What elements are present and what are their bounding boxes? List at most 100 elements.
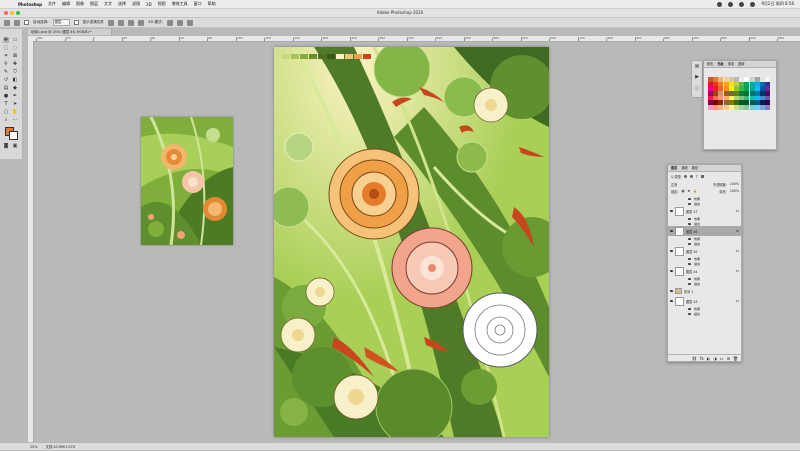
new-group-icon[interactable]: ▭ — [720, 355, 724, 361]
menu-view[interactable]: 视图 — [158, 1, 166, 7]
layer-kind-filter[interactable]: Q 类型 — [671, 174, 681, 179]
menu-image[interactable]: 图像 — [76, 1, 84, 7]
effect-visibility-icon[interactable] — [688, 262, 691, 265]
layer-effects-icon[interactable]: fx — [736, 269, 739, 273]
pen-tool-icon[interactable]: ✒ — [12, 93, 18, 99]
color-swatch[interactable] — [765, 105, 771, 110]
effect-visibility-icon[interactable] — [688, 257, 691, 260]
menu-filter[interactable]: 滤镜 — [132, 1, 140, 7]
background-color-swatch[interactable] — [9, 131, 18, 140]
layer-name[interactable]: 图层 44 — [686, 269, 697, 274]
layer-name[interactable]: 图层 43 — [686, 299, 697, 304]
filter-shape-icon[interactable] — [700, 175, 704, 178]
auto-select-dropdown[interactable]: 图层 — [52, 19, 70, 26]
tab-paths[interactable]: 路径 — [692, 165, 698, 171]
layer-name[interactable]: 图层 46 — [686, 229, 697, 234]
effect-visibility-icon[interactable] — [688, 282, 691, 285]
home-icon[interactable] — [4, 19, 10, 26]
hand-tool-icon[interactable]: ✋ — [12, 109, 18, 115]
menu-select[interactable]: 选择 — [118, 1, 126, 7]
lock-pixels-icon[interactable]: ▦ — [681, 189, 684, 194]
adjustment-layer-icon[interactable]: ◑ — [713, 355, 717, 361]
layer-row[interactable]: 图层 45 fx — [668, 246, 741, 256]
align-right-icon[interactable] — [128, 19, 135, 26]
move-tool-icon[interactable] — [14, 19, 20, 26]
effect-visibility-icon[interactable] — [688, 242, 691, 245]
layer-effect-row[interactable]: 描边 — [686, 311, 700, 316]
vertical-ruler[interactable] — [28, 41, 34, 442]
tab-color[interactable]: 颜色 — [707, 61, 713, 67]
distribute-icon[interactable] — [138, 19, 145, 26]
layer-effects-icon[interactable]: fx — [736, 209, 739, 213]
history-brush-tool-icon[interactable]: ↺ — [3, 77, 9, 83]
quick-mask-icon[interactable]: ◙ — [3, 143, 9, 149]
layer-group-row[interactable]: 形状 1 — [668, 286, 741, 296]
effect-visibility-icon[interactable] — [688, 237, 691, 240]
battery-icon[interactable] — [750, 1, 756, 7]
effect-visibility-icon[interactable] — [688, 222, 691, 225]
align-center-icon[interactable] — [118, 19, 125, 26]
layer-effects-icon[interactable]: fx — [736, 299, 739, 303]
blur-tool-icon[interactable]: ◆ — [12, 85, 18, 91]
menu-plugins[interactable]: 增效工具 — [172, 1, 188, 7]
eye-icon[interactable] — [670, 300, 673, 302]
align-left-icon[interactable] — [108, 19, 115, 26]
blend-mode-dropdown[interactable]: 正常 — [671, 182, 677, 187]
stamp-tool-icon[interactable]: ⛉ — [12, 69, 18, 75]
menu-file[interactable]: 文件 — [48, 1, 56, 7]
artboard-tool-icon[interactable]: ▭ — [12, 37, 18, 43]
zoom-tool-icon[interactable]: ⌕ — [3, 117, 9, 123]
menu-type[interactable]: 文字 — [104, 1, 112, 7]
layer-effects-icon[interactable]: fx — [736, 249, 739, 253]
menu-edit[interactable]: 编辑 — [62, 1, 70, 7]
3d-slide-icon[interactable] — [186, 19, 193, 26]
eye-icon[interactable] — [670, 210, 673, 212]
3d-rotate-icon[interactable] — [166, 19, 173, 26]
effect-visibility-icon[interactable] — [688, 307, 691, 310]
eyedropper-tool-icon[interactable]: ⚲ — [3, 61, 9, 67]
layer-name[interactable]: 形状 1 — [684, 289, 693, 294]
filter-adjustment-icon[interactable] — [689, 175, 693, 178]
eye-icon[interactable] — [670, 230, 673, 232]
frame-tool-icon[interactable]: ⊠ — [12, 53, 18, 59]
opacity-value[interactable]: 100% — [730, 182, 739, 187]
menu-3d[interactable]: 3D — [146, 2, 152, 7]
dodge-tool-icon[interactable]: ● — [3, 93, 9, 99]
artwork-canvas[interactable] — [274, 47, 549, 437]
layer-row[interactable]: 图层 46 fx — [668, 226, 741, 236]
more-tools-icon[interactable]: ⋯ — [12, 117, 18, 123]
new-layer-icon[interactable]: ⊞ — [727, 355, 730, 361]
tab-layers[interactable]: 图层 — [671, 165, 677, 171]
effect-visibility-icon[interactable] — [688, 217, 691, 220]
menu-layer[interactable]: 图层 — [90, 1, 98, 7]
lock-all-icon[interactable]: 🔒 — [693, 189, 697, 194]
eraser-tool-icon[interactable]: ◧ — [12, 77, 18, 83]
eye-icon[interactable] — [670, 250, 673, 252]
menu-window[interactable]: 窗口 — [194, 1, 202, 7]
effect-visibility-icon[interactable] — [688, 312, 691, 315]
shape-tool-icon[interactable]: ▢ — [3, 109, 9, 115]
history-panel-icon[interactable]: ⌘ — [694, 64, 700, 70]
layer-row[interactable]: 图层 47 fx — [668, 206, 741, 216]
path-select-tool-icon[interactable]: ➤ — [12, 101, 18, 107]
document-size[interactable]: 文档:43.9M/1.07G — [46, 443, 76, 450]
menu-help[interactable]: 帮助 — [208, 1, 216, 7]
zoom-level[interactable]: 25% — [30, 443, 38, 450]
layer-row[interactable]: 图层 44 fx — [668, 266, 741, 276]
3d-pan-icon[interactable] — [176, 19, 183, 26]
move-tool-icon[interactable]: ✥ — [3, 37, 9, 43]
healing-tool-icon[interactable]: ✚ — [12, 61, 18, 67]
app-menu[interactable]: Photoshop — [18, 2, 42, 7]
transform-controls-checkbox[interactable] — [73, 20, 79, 25]
control-center-icon[interactable] — [717, 1, 723, 7]
tab-patterns[interactable]: 图案 — [738, 61, 744, 67]
horizontal-ruler[interactable]: -400 -200 0 200 400 600 800 1000 1200 1400 1600 180… — [28, 36, 800, 42]
eye-icon[interactable] — [670, 290, 673, 292]
link-layers-icon[interactable]: ⛓ — [692, 355, 697, 361]
actions-panel-icon[interactable]: ▶ — [694, 74, 700, 80]
layer-row[interactable]: 图层 43 fx — [668, 296, 741, 306]
fill-value[interactable]: 100% — [730, 189, 739, 194]
search-icon[interactable] — [739, 1, 745, 7]
screen-mode-icon[interactable]: ▣ — [12, 143, 18, 149]
lasso-tool-icon[interactable]: ◌ — [12, 45, 18, 51]
